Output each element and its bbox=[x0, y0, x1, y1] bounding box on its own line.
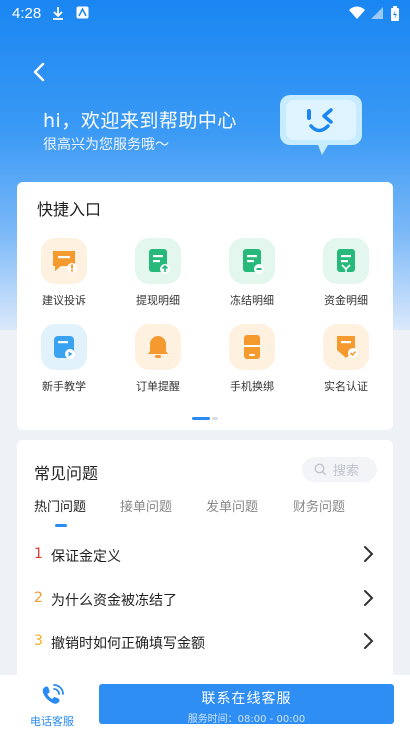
verify-icon bbox=[337, 336, 358, 358]
question-text: 为什么资金被冻结了 bbox=[51, 593, 177, 609]
status-time: 4:28 bbox=[12, 5, 42, 22]
faq-tabs: 热门问题 接单问题 发单问题 财务问题 bbox=[17, 496, 393, 527]
shortcuts-title: 快捷入口 bbox=[37, 200, 102, 219]
question-number: 3 bbox=[34, 633, 43, 649]
question-number: 1 bbox=[34, 546, 43, 562]
shortcuts-card: 快捷入口 建议投诉 提现明细 冻结明细 资金明细 新手教学 订单提醒 手机换绑 … bbox=[17, 182, 393, 430]
freeze-detail-icon bbox=[243, 249, 264, 274]
shortcut-tutorial[interactable]: 新手教学 bbox=[24, 324, 104, 394]
question-text: 撤销时如何正确填写金额 bbox=[51, 636, 205, 652]
shortcut-label: 资金明细 bbox=[324, 294, 368, 307]
online-service-button[interactable]: 联系在线客服 服务时间：08:00 - 00:00 bbox=[99, 684, 394, 725]
tab-accept-order[interactable]: 接单问题 bbox=[120, 496, 172, 515]
chevron-left-icon bbox=[33, 62, 45, 82]
shortcut-label: 实名认证 bbox=[324, 380, 368, 393]
mascot-icon bbox=[280, 95, 362, 155]
shortcut-order-reminder[interactable]: 订单提醒 bbox=[118, 324, 198, 394]
active-tab-indicator bbox=[55, 524, 67, 527]
withdraw-detail-icon bbox=[149, 249, 170, 274]
wifi-icon bbox=[348, 6, 366, 24]
shortcut-label: 建议投诉 bbox=[42, 294, 86, 307]
phone-icon bbox=[42, 684, 64, 704]
chevron-right-icon bbox=[364, 546, 374, 562]
bottom-bar: 电话客服 联系在线客服 服务时间：08:00 - 00:00 bbox=[0, 675, 410, 730]
faq-question-2[interactable]: 2 为什么资金被冻结了 bbox=[17, 586, 393, 616]
shortcut-label: 提现明细 bbox=[136, 294, 180, 307]
faq-question-3[interactable]: 3 撤销时如何正确填写金额 bbox=[17, 629, 393, 659]
battery-icon bbox=[390, 6, 400, 26]
shortcut-label: 冻结明细 bbox=[230, 294, 274, 307]
faq-card: 常见问题 搜索 热门问题 接单问题 发单问题 财务问题 1 保证金定义 2 为什… bbox=[17, 440, 393, 680]
shortcut-fund-detail[interactable]: 资金明细 bbox=[306, 238, 386, 308]
fund-detail-icon bbox=[337, 249, 355, 272]
question-text: 保证金定义 bbox=[51, 549, 121, 565]
tab-finance[interactable]: 财务问题 bbox=[293, 496, 345, 515]
page-indicator bbox=[192, 417, 218, 420]
signal-icon bbox=[370, 6, 384, 24]
shortcut-freeze-detail[interactable]: 冻结明细 bbox=[212, 238, 292, 308]
download-icon bbox=[52, 6, 64, 24]
online-service-label: 联系在线客服 bbox=[201, 691, 292, 707]
service-hours: 服务时间：08:00 - 00:00 bbox=[187, 714, 306, 725]
hero-subtitle: 很高兴为您服务哦～ bbox=[43, 137, 169, 153]
back-button[interactable] bbox=[26, 58, 54, 86]
phone-service-button[interactable]: 电话客服 bbox=[24, 683, 80, 729]
shortcut-verify[interactable]: 实名认证 bbox=[306, 324, 386, 394]
faq-title: 常见问题 bbox=[34, 464, 99, 483]
phone-rebind-icon bbox=[244, 335, 260, 359]
tab-publish-order[interactable]: 发单问题 bbox=[206, 496, 258, 515]
shortcut-phone-rebind[interactable]: 手机换绑 bbox=[212, 324, 292, 394]
hero-title: hi，欢迎来到帮助中心 bbox=[43, 110, 237, 132]
status-bar: 4:28 bbox=[0, 0, 410, 28]
tutorial-icon bbox=[54, 336, 75, 359]
shortcut-withdraw-detail[interactable]: 提现明细 bbox=[118, 238, 198, 308]
faq-question-1[interactable]: 1 保证金定义 bbox=[17, 542, 393, 572]
bell-icon bbox=[148, 336, 168, 358]
chevron-right-icon bbox=[364, 633, 374, 649]
shortcut-label: 手机换绑 bbox=[230, 380, 274, 393]
search-input[interactable]: 搜索 bbox=[302, 457, 377, 482]
chevron-right-icon bbox=[364, 590, 374, 606]
question-number: 2 bbox=[34, 590, 43, 606]
shortcut-label: 新手教学 bbox=[42, 380, 86, 393]
search-placeholder: 搜索 bbox=[333, 464, 360, 479]
shortcut-complaint[interactable]: 建议投诉 bbox=[24, 238, 104, 308]
complaint-icon bbox=[53, 251, 77, 273]
tab-hot[interactable]: 热门问题 bbox=[34, 496, 86, 515]
search-icon bbox=[314, 463, 327, 476]
shortcut-label: 订单提醒 bbox=[136, 380, 180, 393]
app-notification-icon bbox=[76, 6, 89, 23]
phone-service-label: 电话客服 bbox=[30, 715, 74, 728]
